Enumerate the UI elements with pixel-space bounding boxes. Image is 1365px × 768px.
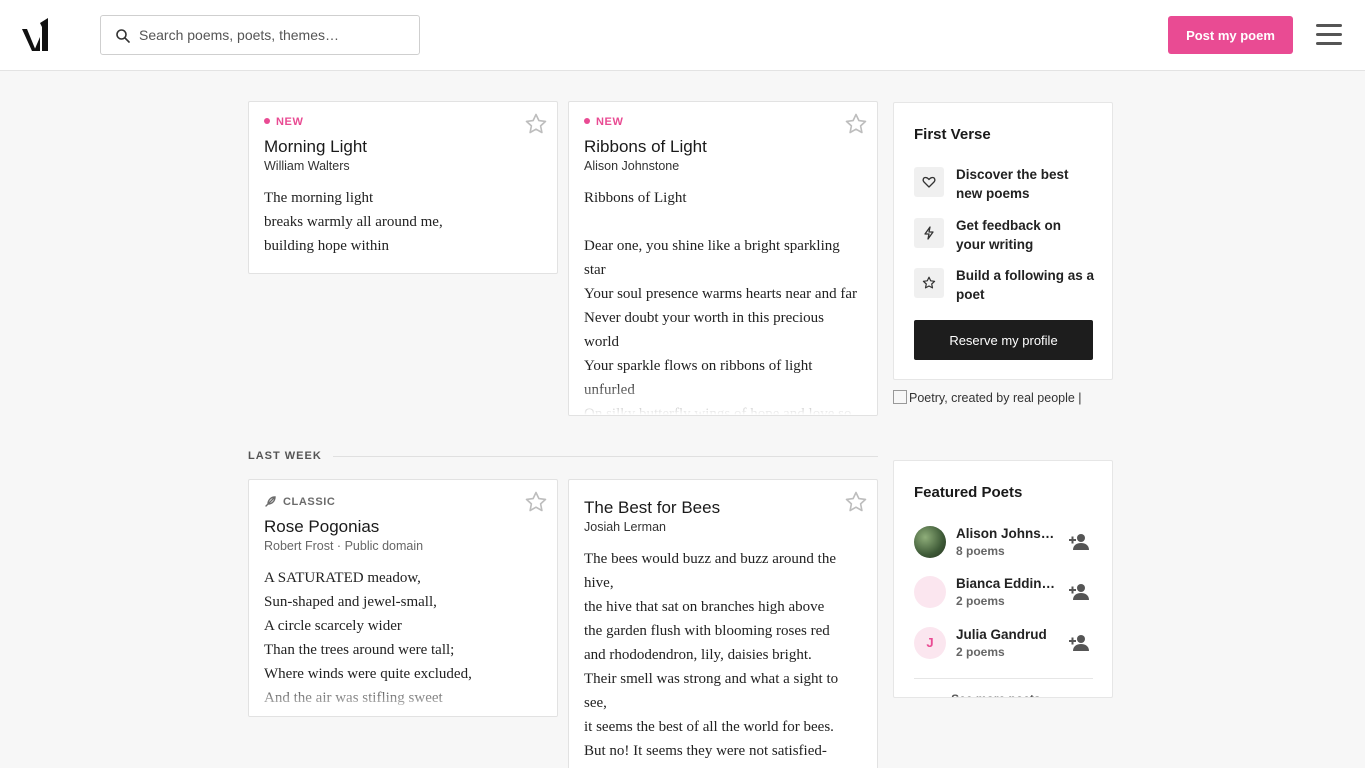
poem-card[interactable]: NEW Ribbons of Light Alison Johnstone Ri… <box>568 101 878 416</box>
poem-line: A circle scarcely wider <box>264 618 402 634</box>
poem-line: and rhododendron, lily, daisies bright. <box>584 647 812 663</box>
lightning-icon <box>914 218 944 248</box>
featured-poets-title: Featured Poets <box>914 484 1023 501</box>
post-poem-button[interactable]: Post my poem <box>1168 16 1293 54</box>
favorite-star-icon[interactable] <box>844 112 868 136</box>
feature-following: Build a following as a poet <box>914 266 1094 306</box>
new-badge: NEW <box>264 116 303 128</box>
poem-line: the garden flush with blooming roses red <box>584 623 830 639</box>
poem-count: 2 poems <box>956 645 1005 659</box>
poem-line: Than the trees around were tall; <box>264 642 455 658</box>
follow-user-icon[interactable] <box>1069 582 1091 602</box>
poem-count: 2 poems <box>956 594 1005 608</box>
poem-author[interactable]: Josiah Lerman <box>584 520 666 534</box>
avatar[interactable]: J <box>914 627 946 659</box>
poem-text: A SATURATED meadow, Sun-shaped and jewel… <box>264 566 539 710</box>
poem-line: Their smell was strong and what a sight … <box>584 671 839 711</box>
poem-author[interactable]: William Walters <box>264 159 350 173</box>
poem-line: The morning light <box>264 190 374 206</box>
poem-line: breaks warmly all around me, <box>264 214 443 230</box>
follow-user-icon[interactable] <box>1069 532 1091 552</box>
poet-row[interactable]: Bianca Eddington 2 poems <box>914 576 1094 610</box>
first-verse-panel: First Verse Discover the best new poems … <box>893 102 1113 380</box>
poem-card[interactable]: NEW Morning Light William Walters The mo… <box>248 101 558 274</box>
poem-author[interactable]: Robert Frost · Public domain <box>264 539 423 553</box>
section-label: LAST WEEK <box>248 450 322 462</box>
poem-text: Ribbons of Light Dear one, you shine lik… <box>584 186 859 416</box>
search-icon <box>116 29 130 43</box>
poem-line: building hope within <box>264 238 389 254</box>
feature-text: Discover the best new poems <box>956 167 1069 201</box>
favorite-star-icon[interactable] <box>524 490 548 514</box>
poem-line: Dear one, you shine like a bright sparkl… <box>584 238 840 278</box>
top-bar: Post my poem <box>0 0 1365 71</box>
follow-user-icon[interactable] <box>1069 633 1091 653</box>
broken-image-alt: Poetry, created by real people | <box>909 391 1082 405</box>
poem-card[interactable]: The Best for Bees Josiah Lerman The bees… <box>568 479 878 768</box>
classic-badge-label: CLASSIC <box>283 495 336 508</box>
poem-line: The bees would buzz and buzz around the … <box>584 551 836 591</box>
poet-row[interactable]: J Julia Gandrud 2 poems <box>914 627 1094 661</box>
favorite-star-icon[interactable] <box>844 490 868 514</box>
poem-line: Where winds were quite excluded, <box>264 666 472 682</box>
poem-text: The bees would buzz and buzz around the … <box>584 547 859 763</box>
poem-line <box>584 210 859 234</box>
first-verse-title: First Verse <box>914 126 991 143</box>
feature-text: Get feedback on your writing <box>956 218 1062 252</box>
poem-text: The morning light breaks warmly all arou… <box>264 186 539 258</box>
poem-line: But no! It seems they were not satisfied… <box>584 743 827 759</box>
poem-title[interactable]: Rose Pogonias <box>264 517 379 537</box>
poem-title[interactable]: Ribbons of Light <box>584 137 707 157</box>
poem-card[interactable]: CLASSIC Rose Pogonias Robert Frost · Pub… <box>248 479 558 717</box>
poet-name[interactable]: Julia Gandrud <box>956 627 1056 642</box>
hamburger-menu-icon[interactable] <box>1316 24 1344 46</box>
poet-name[interactable]: Bianca Eddington <box>956 576 1056 591</box>
feature-text: Build a following as a poet <box>956 268 1095 302</box>
search-input[interactable] <box>139 16 409 54</box>
classic-badge: CLASSIC <box>264 495 335 508</box>
search-box[interactable] <box>100 15 420 55</box>
new-badge: NEW <box>584 116 623 128</box>
poem-line: it seems the best of all the world for b… <box>584 719 834 735</box>
see-more-poets-link[interactable]: See more poets → <box>914 678 1093 697</box>
poem-line: Sun-shaped and jewel-small, <box>264 594 437 610</box>
avatar-initial: J <box>926 635 934 650</box>
heart-icon <box>914 167 944 197</box>
avatar[interactable] <box>914 576 946 608</box>
poet-name[interactable]: Alison Johnstone <box>956 526 1056 541</box>
poem-title[interactable]: Morning Light <box>264 137 367 157</box>
favorite-star-icon[interactable] <box>524 112 548 136</box>
poem-line: Ribbons of Light <box>584 190 687 206</box>
broken-image-icon <box>893 390 907 404</box>
star-icon <box>914 268 944 298</box>
v1-logo-icon[interactable] <box>20 17 52 53</box>
poem-author[interactable]: Alison Johnstone <box>584 159 679 173</box>
section-divider <box>333 456 878 457</box>
poem-line: the hive that sat on branches high above <box>584 599 825 615</box>
poem-count: 8 poems <box>956 544 1005 558</box>
poet-row[interactable]: Alison Johnstone 8 poems <box>914 526 1094 560</box>
avatar[interactable] <box>914 526 946 558</box>
poem-line: And the air was stifling sweet <box>264 690 443 706</box>
poem-line: A SATURATED meadow, <box>264 570 421 586</box>
reserve-profile-button[interactable]: Reserve my profile <box>914 320 1093 360</box>
featured-poets-panel: Featured Poets Alison Johnstone 8 poems … <box>893 460 1113 698</box>
broken-image: Poetry, created by real people | <box>893 390 1113 416</box>
feather-icon <box>265 496 276 507</box>
poem-line: Never doubt your worth in this precious … <box>584 310 824 350</box>
feature-feedback: Get feedback on your writing <box>914 216 1094 256</box>
poem-line: On silky butterfly wings of hope and lov… <box>584 406 852 416</box>
feature-discover: Discover the best new poems <box>914 165 1094 205</box>
poem-line: Your soul presence warms hearts near and… <box>584 286 857 302</box>
poem-line: Your sparkle flows on ribbons of light u… <box>584 358 813 398</box>
poem-title[interactable]: The Best for Bees <box>584 498 720 518</box>
